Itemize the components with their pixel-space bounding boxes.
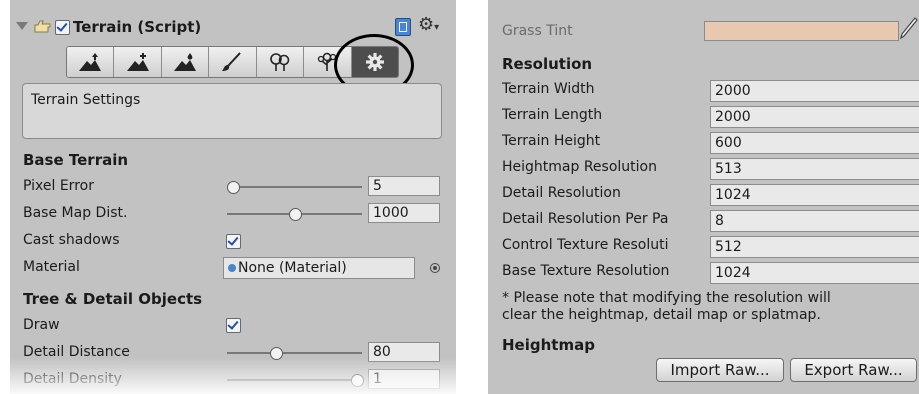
note-line-1: * Please note that modifying the resolut…	[502, 290, 831, 306]
heightmap-resolution-field[interactable]: 513	[710, 158, 919, 180]
base-map-dist-label: Base Map Dist.	[23, 205, 128, 221]
material-field[interactable]: None (Material)	[223, 257, 415, 279]
tool-smooth-height[interactable]	[161, 47, 210, 77]
mountain-plus-icon	[126, 53, 149, 71]
detail-resolution-per-patch-field[interactable]: 8	[710, 210, 919, 232]
detail-density-slider[interactable]	[227, 379, 362, 381]
grass-tint-label: Grass Tint	[502, 23, 573, 39]
pixel-error-knob[interactable]	[227, 181, 240, 194]
terrain-length-label: Terrain Length	[502, 107, 603, 123]
terrain-length-field[interactable]: 2000	[710, 106, 919, 128]
detail-distance-knob[interactable]	[270, 347, 284, 360]
base-map-dist-field[interactable]: 1000	[368, 203, 440, 223]
tool-paint-height[interactable]	[114, 47, 162, 77]
help-book-icon[interactable]	[395, 18, 411, 36]
base-map-dist-knob[interactable]	[289, 208, 302, 221]
import-raw-button[interactable]: Import Raw...	[656, 358, 784, 382]
detail-distance-field[interactable]: 80	[368, 342, 440, 362]
detail-resolution-per-patch-label: Detail Resolution Per Pa	[502, 211, 669, 227]
brush-icon	[222, 52, 242, 71]
mountain-drop-icon	[174, 53, 197, 71]
detail-density-field[interactable]: 1	[368, 369, 440, 389]
tool-place-trees[interactable]	[256, 47, 305, 77]
material-value: None (Material)	[238, 260, 347, 276]
eyedropper-icon[interactable]	[898, 16, 918, 42]
terrain-width-label: Terrain Width	[502, 81, 595, 97]
mountain-up-icon	[79, 53, 102, 71]
detail-density-label: Detail Density	[23, 371, 122, 387]
component-title: Terrain (Script)	[73, 18, 202, 36]
material-object-icon	[228, 264, 236, 272]
resolution-warning-note: * Please note that modifying the resolut…	[502, 290, 907, 324]
resolution-heading: Resolution	[502, 55, 593, 73]
terrain-inspector-panel: Terrain (Script) ⚙▾ Terrain Settings Bas…	[10, 0, 456, 394]
pixel-error-label: Pixel Error	[23, 178, 94, 194]
base-texture-resolution-field[interactable]: 1024	[710, 262, 919, 284]
foldout-arrow-icon[interactable]	[16, 22, 28, 30]
terrain-height-field[interactable]: 600	[710, 132, 919, 154]
terrain-settings-panel: Grass Tint Resolution Terrain Width 2000…	[488, 0, 919, 394]
detail-density-knob[interactable]	[351, 374, 364, 387]
terrain-width-field[interactable]: 2000	[710, 80, 919, 102]
component-enabled-checkbox[interactable]	[55, 20, 70, 35]
base-terrain-heading: Base Terrain	[23, 151, 129, 169]
control-texture-resolution-field[interactable]: 512	[710, 236, 919, 258]
draw-checkbox[interactable]	[226, 318, 241, 333]
object-picker-icon[interactable]	[430, 263, 440, 273]
detail-resolution-label: Detail Resolution	[502, 185, 621, 201]
control-texture-resolution-label: Control Texture Resoluti	[502, 237, 669, 253]
note-line-2: clear the heightmap, detail map or splat…	[502, 307, 821, 323]
trees-icon	[270, 53, 290, 71]
grass-tint-color-field[interactable]	[704, 21, 899, 41]
tool-paint-texture[interactable]	[209, 47, 257, 77]
base-texture-resolution-label: Base Texture Resolution	[502, 263, 670, 279]
script-hand-icon	[34, 20, 51, 33]
detail-distance-slider[interactable]	[227, 352, 362, 354]
heightmap-resolution-label: Heightmap Resolution	[502, 159, 657, 175]
tree-detail-heading: Tree & Detail Objects	[23, 290, 203, 308]
gear-menu-icon[interactable]: ⚙▾	[418, 14, 439, 35]
pixel-error-field[interactable]: 5	[368, 176, 440, 196]
tool-raise-lower[interactable]	[67, 47, 115, 77]
tool-info-box: Terrain Settings	[22, 83, 442, 139]
pixel-error-slider[interactable]	[227, 186, 362, 188]
cast-shadows-checkbox[interactable]	[226, 234, 241, 249]
heightmap-heading: Heightmap	[502, 336, 595, 354]
terrain-height-label: Terrain Height	[502, 133, 601, 149]
draw-label: Draw	[23, 317, 60, 333]
detail-distance-label: Detail Distance	[23, 344, 130, 360]
detail-resolution-field[interactable]: 1024	[710, 184, 919, 206]
export-raw-button[interactable]: Export Raw...	[790, 358, 917, 382]
material-label: Material	[23, 259, 80, 275]
tool-info-text: Terrain Settings	[31, 92, 141, 108]
cast-shadows-label: Cast shadows	[23, 232, 120, 248]
